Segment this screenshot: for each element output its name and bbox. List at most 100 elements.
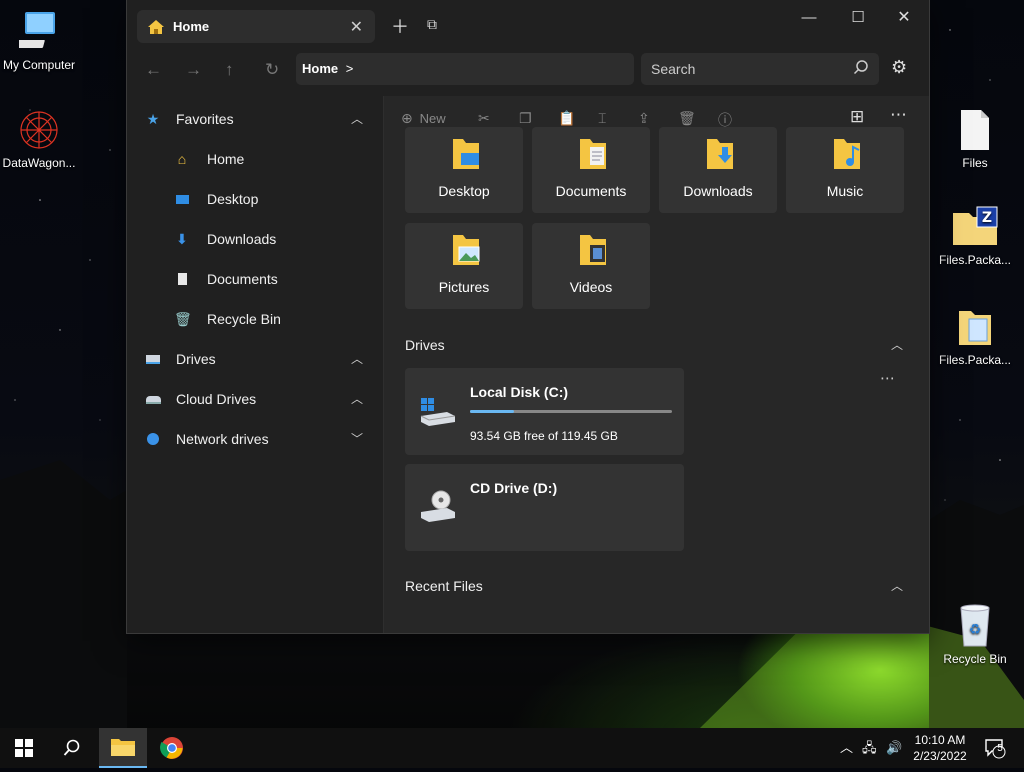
sidebar-item-desktop[interactable]: Desktop [127, 181, 383, 217]
sidebar-section-favorites[interactable]: ★ Favorites ︿ [127, 101, 383, 137]
address-bar[interactable]: Home > [296, 53, 634, 85]
folder-tile-music[interactable]: Music [786, 127, 904, 213]
sidebar-item-documents[interactable]: Documents [127, 261, 383, 297]
clock[interactable]: 10:10 AM 2/23/2022 [908, 728, 972, 772]
sidebar-item-downloads[interactable]: ⬇ Downloads [127, 221, 383, 257]
home-icon: ⌂ [177, 151, 187, 167]
share-icon[interactable]: ⇪ [638, 110, 650, 127]
chevron-up-icon[interactable]: ︿ [351, 381, 363, 417]
rename-icon[interactable]: ⌶ [598, 110, 606, 127]
chevron-up-icon[interactable]: ︿ [351, 341, 363, 377]
download-icon: ⬇ [176, 231, 188, 247]
volume-icon[interactable]: 🔊 [886, 728, 902, 768]
folder-documents-icon [580, 139, 606, 169]
desktop-icon-label: DataWagon... [2, 156, 76, 170]
show-hidden-icons-icon[interactable]: ︿ [840, 728, 853, 768]
home-icon [148, 19, 164, 34]
desktop-icon-label: Files.Packa... [938, 253, 1012, 267]
drive-name: Local Disk (C:) [470, 384, 569, 400]
minimize-button[interactable]: — [786, 6, 832, 30]
network-icon [145, 421, 161, 458]
copy-icon[interactable]: ❐ [519, 110, 532, 127]
chevron-up-icon[interactable]: ︿ [891, 336, 903, 353]
sidebar-item-label: Desktop [207, 191, 259, 207]
package-folder-icon [959, 311, 991, 345]
file-icon [961, 110, 989, 150]
desktop-icon-files-package-2[interactable]: Files.Packa... [930, 305, 1020, 367]
chevron-up-icon[interactable]: ︿ [891, 577, 903, 594]
network-icon[interactable]: 🖧 [862, 728, 877, 768]
tab-home[interactable]: Home ✕ [137, 10, 375, 43]
back-icon[interactable]: ← [145, 60, 162, 80]
folder-label: Videos [569, 279, 613, 295]
svg-text:Z: Z [982, 210, 992, 226]
breadcrumb-home[interactable]: Home [302, 61, 338, 76]
windows-logo-icon [15, 739, 33, 757]
desktop-icon-recycle-bin[interactable]: ♻ Recycle Bin [930, 602, 1020, 666]
paste-icon[interactable]: 📋 [558, 110, 575, 127]
cut-icon[interactable]: ✂ [478, 110, 490, 127]
sidebar-item-recycle-bin[interactable]: 🗑 Recycle Bin [127, 301, 383, 337]
desktop-icon-files-package-1[interactable]: Z Files.Packa... [930, 205, 1020, 267]
document-icon [174, 261, 190, 298]
desktop-icon-files[interactable]: Files [930, 108, 1020, 170]
desktop-icon-my-computer[interactable]: My Computer [0, 10, 84, 72]
more-options-icon[interactable]: ⋯ [890, 105, 907, 125]
folder-pictures-icon [453, 235, 480, 265]
folder-tile-desktop[interactable]: Desktop [405, 127, 523, 213]
folder-label: Music [826, 183, 864, 199]
package-icon: Z [953, 206, 998, 245]
breadcrumb-separator[interactable]: > [346, 61, 354, 76]
more-options-icon[interactable]: ⋯ [880, 369, 895, 387]
folder-tile-videos[interactable]: Videos [532, 223, 650, 309]
forward-icon[interactable]: → [185, 60, 202, 80]
sidebar: ★ Favorites ︿ ⌂ Home Desktop ⬇ Downloads… [127, 96, 384, 633]
folder-tile-pictures[interactable]: Pictures [405, 223, 523, 309]
sidebar-item-home[interactable]: ⌂ Home [127, 141, 383, 177]
sidebar-item-label: Documents [207, 271, 278, 287]
delete-icon[interactable]: 🗑 [678, 110, 696, 127]
sidebar-item-label: Downloads [207, 231, 277, 247]
sidebar-section-drives[interactable]: Drives ︿ [127, 341, 383, 377]
chevron-down-icon[interactable]: ﹀ [351, 421, 363, 457]
chevron-up-icon[interactable]: ︿ [351, 101, 363, 137]
folder-tile-documents[interactable]: Documents [532, 127, 650, 213]
drive-tile-cd-drive[interactable]: CD Drive (D:) [405, 464, 684, 551]
drive-name: CD Drive (D:) [470, 480, 558, 496]
start-button[interactable] [0, 728, 48, 768]
desktop-icon-label: Recycle Bin [943, 652, 1007, 666]
notification-center-button[interactable]: 5 [984, 728, 1008, 768]
close-tab-icon[interactable]: ✕ [350, 17, 363, 37]
drive-tile-local-disk[interactable]: Local Disk (C:) 93.54 GB free of 119.45 … [405, 368, 684, 455]
notification-count: 5 [997, 743, 1003, 754]
folder-desktop-icon [453, 139, 479, 169]
recent-files-section-header[interactable]: Recent Files [405, 578, 483, 594]
folder-tile-downloads[interactable]: Downloads [659, 127, 777, 213]
title-bar: Home ✕ ＋ ⧉ — ☐ ✕ [127, 0, 929, 50]
taskbar-chrome-app[interactable] [148, 728, 196, 768]
close-button[interactable]: ✕ [881, 6, 927, 30]
folder-label: Desktop [438, 183, 490, 199]
new-button[interactable]: ⊕ New [401, 110, 446, 127]
desktop-icon-label: Files [962, 156, 988, 170]
recycle-bin-icon: 🗑 [174, 311, 192, 327]
desktop-icon-datawagon[interactable]: DataWagon... [0, 108, 84, 170]
tab-actions-icon[interactable]: ⧉ [427, 16, 437, 33]
taskbar: ︿ 🖧 🔊 10:10 AM 2/23/2022 5 [0, 728, 1024, 768]
up-icon[interactable]: ↑ [225, 60, 234, 80]
maximize-button[interactable]: ☐ [835, 6, 881, 30]
folder-music-icon [834, 139, 860, 169]
drives-section-header[interactable]: Drives [405, 337, 445, 353]
layout-icon[interactable]: ⊞ [850, 107, 864, 127]
taskbar-files-app[interactable] [99, 728, 147, 768]
taskbar-search-button[interactable] [48, 728, 96, 768]
refresh-icon[interactable]: ↻ [265, 60, 279, 80]
svg-text:♻: ♻ [969, 622, 982, 638]
sidebar-section-network-drives[interactable]: Network drives ﹀ [127, 421, 383, 457]
settings-gear-icon[interactable]: ⚙ [891, 57, 907, 78]
sidebar-section-cloud-drives[interactable]: Cloud Drives ︿ [127, 381, 383, 417]
search-placeholder: Search [651, 61, 696, 77]
new-tab-button[interactable]: ＋ [391, 13, 409, 39]
clock-date: 2/23/2022 [913, 749, 967, 763]
search-input[interactable]: Search [641, 53, 879, 85]
